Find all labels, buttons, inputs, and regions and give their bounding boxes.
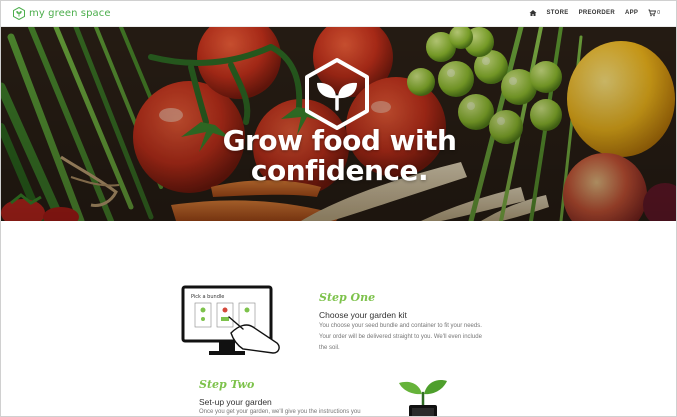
hero-title-line2: confidence. [250, 154, 429, 187]
step-one-body-line2: Your order will be delivered straight to… [319, 334, 482, 340]
home-icon[interactable] [529, 9, 537, 17]
navbar: my green space STORE PREORDER APP 0 [1, 1, 676, 27]
step-one-body-line1: You choose your seed bundle and containe… [319, 323, 482, 329]
step-one-body-line3: the soil. [319, 345, 340, 351]
hero-title: Grow food with confidence. [1, 124, 676, 187]
nav-store-link[interactable]: STORE [547, 10, 569, 16]
cart-icon [648, 9, 657, 17]
cart-count: 0 [657, 10, 660, 16]
hero-title-line1: Grow food with [222, 124, 457, 157]
leaf-hexagon-icon [13, 7, 25, 20]
step-one-heading: Step One [319, 291, 376, 304]
nav-preorder-link[interactable]: PREORDER [579, 10, 615, 16]
brand-name: my green space [29, 8, 111, 19]
cart-button[interactable]: 0 [648, 9, 660, 17]
planter-illustration [399, 380, 447, 416]
nav-app-link[interactable]: APP [625, 10, 638, 16]
main-nav: STORE PREORDER APP 0 [529, 9, 660, 17]
page-frame: my green space STORE PREORDER APP 0 Grow… [0, 0, 677, 417]
step-two-body-line1: Once you get your garden, we'll give you… [199, 409, 361, 415]
step-two-body: Once you get your garden, we'll give you… [199, 407, 379, 416]
step-two-subtitle: Set-up your garden [199, 397, 272, 407]
illustration-screen-label: Pick a bundle [191, 294, 224, 300]
hero-banner: Grow food with confidence. [1, 27, 676, 221]
computer-illustration: Pick a bundle [181, 285, 280, 355]
sprout-hexagon-icon [305, 58, 369, 130]
brand-logo[interactable]: my green space [13, 7, 111, 20]
step-one-body: You choose your seed bundle and containe… [319, 321, 499, 354]
step-two-heading: Step Two [199, 378, 255, 391]
step-one-subtitle: Choose your garden kit [319, 310, 407, 320]
